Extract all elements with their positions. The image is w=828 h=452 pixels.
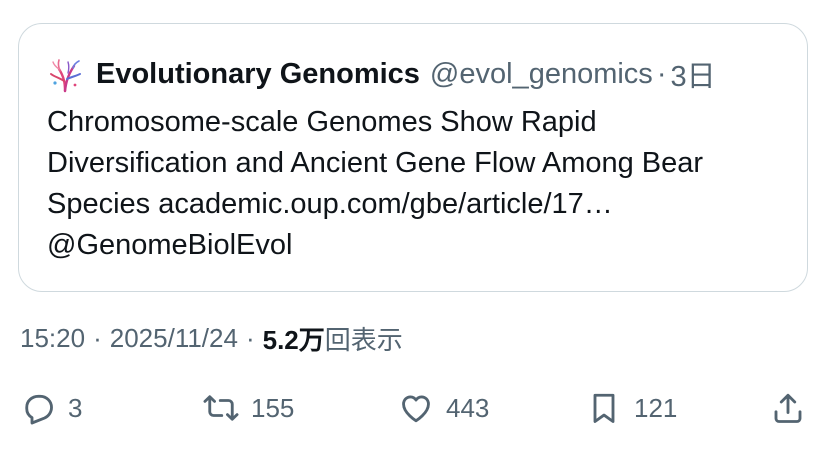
bookmark-icon [586,390,622,426]
meta-separator: · [93,322,102,353]
reply-button[interactable]: 3 [20,382,82,434]
quoted-text-line: Chromosome-scale Genomes Show Rapid [47,106,597,138]
post-time[interactable]: 15:20 [20,323,85,354]
reply-count: 3 [68,392,83,423]
quoted-text-mention[interactable]: @GenomeBiolEvol [47,225,797,266]
views-label: 回表示 [324,324,403,355]
like-count: 443 [446,392,490,423]
quoted-post-card[interactable]: Evolutionary Genomics @evol_genomics · 3… [18,23,808,292]
quoted-post-text: Chromosome-scale Genomes Show Rapid Dive… [47,102,797,266]
views-count[interactable]: 5.2万 [263,320,325,357]
repost-count: 155 [251,392,295,423]
quoted-post-header: Evolutionary Genomics @evol_genomics · 3… [96,54,716,94]
post-date[interactable]: 2025/11/24 [110,323,238,354]
bookmark-count: 121 [634,392,678,423]
meta-separator: · [245,322,255,353]
bookmark-button[interactable]: 121 [586,382,677,434]
share-button[interactable] [770,382,806,434]
heart-icon [398,390,434,426]
author-display-name[interactable]: Evolutionary Genomics [96,58,420,91]
share-icon [770,390,806,426]
like-button[interactable]: 443 [398,382,489,434]
reply-icon [20,390,56,426]
genome-tree-logo-icon[interactable] [47,57,83,93]
post-meta: 15:20 · 2025/11/24 · 5.2万 回表示 [20,318,403,358]
author-handle[interactable]: @evol_genomics [430,58,653,91]
header-separator: · [656,57,667,90]
action-bar: 3 155 443 121 [0,382,828,434]
repost-icon [203,390,239,426]
quoted-text-line: Species academic.oup.com/gbe/article/17… [47,188,613,220]
post-time-ago[interactable]: 3日 [670,53,715,95]
repost-button[interactable]: 155 [203,382,294,434]
quoted-text-line: Diversification and Ancient Gene Flow Am… [47,147,704,179]
